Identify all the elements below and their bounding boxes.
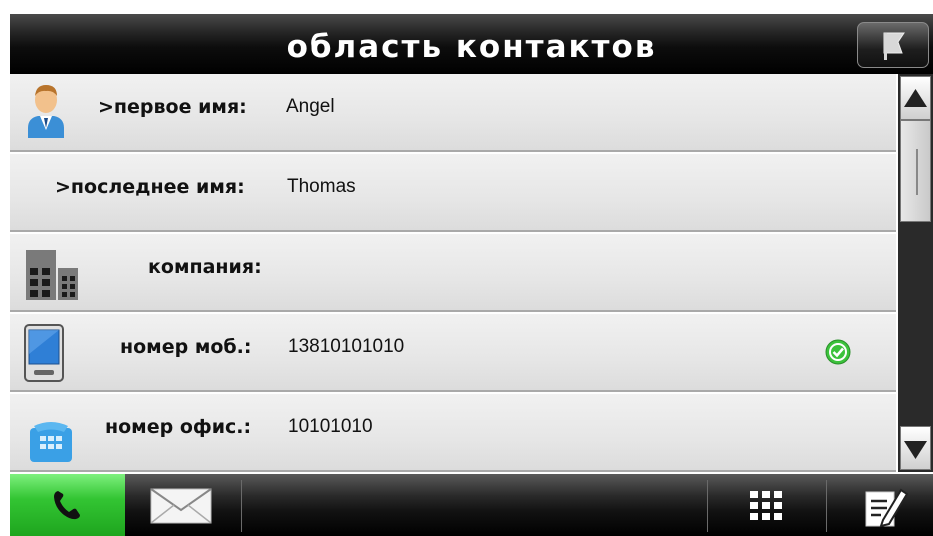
keypad-button[interactable] — [708, 474, 826, 536]
scroll-thumb-grip — [916, 149, 918, 195]
vertical-scrollbar[interactable] — [898, 74, 933, 472]
keypad-grid-icon — [750, 491, 782, 520]
page-title: область контактов — [286, 29, 657, 65]
edit-note-icon — [865, 488, 909, 528]
mobile-phone-icon — [24, 324, 64, 382]
mobile-number-row[interactable]: номер моб.: 13810101010 — [10, 314, 896, 392]
flag-back-icon — [883, 32, 905, 60]
header-bar: область контактов — [10, 14, 933, 74]
edit-button[interactable] — [827, 474, 933, 536]
check-circle-icon — [825, 339, 851, 365]
contact-details-screen: область контактов >первое имя: Angel >по… — [0, 0, 933, 536]
company-row[interactable]: компания: — [10, 234, 896, 312]
last-name-label: >последнее имя: — [55, 176, 245, 198]
contact-field-list: >первое имя: Angel >последнее имя: Thoma… — [10, 74, 896, 472]
scroll-up-button[interactable] — [900, 76, 931, 120]
bottom-toolbar — [10, 474, 933, 536]
last-name-value: Thomas — [287, 176, 356, 197]
mobile-number-value: 13810101010 — [288, 336, 405, 357]
message-button[interactable] — [134, 474, 240, 536]
company-label: компания: — [148, 256, 262, 278]
mobile-number-label: номер моб.: — [120, 336, 252, 358]
first-name-value: Angel — [286, 96, 335, 117]
back-button[interactable] — [857, 22, 929, 68]
office-number-label: номер офис.: — [105, 416, 252, 438]
last-name-row[interactable]: >последнее имя: Thomas — [10, 154, 896, 232]
arrow-up-icon — [904, 89, 927, 107]
office-phone-icon — [30, 422, 72, 462]
first-name-label: >первое имя: — [98, 96, 247, 118]
first-name-row[interactable]: >первое имя: Angel — [10, 74, 896, 152]
call-button[interactable] — [10, 474, 125, 536]
person-icon — [28, 85, 64, 138]
toolbar-divider — [241, 480, 242, 532]
envelope-icon — [150, 488, 212, 524]
arrow-down-icon — [904, 441, 927, 459]
scroll-down-button[interactable] — [900, 426, 931, 470]
office-number-row[interactable]: номер офис.: 10101010 — [10, 394, 896, 472]
phone-handset-icon — [54, 491, 80, 520]
scroll-thumb[interactable] — [900, 120, 931, 222]
building-icon — [26, 250, 78, 300]
office-number-value: 10101010 — [288, 416, 373, 437]
